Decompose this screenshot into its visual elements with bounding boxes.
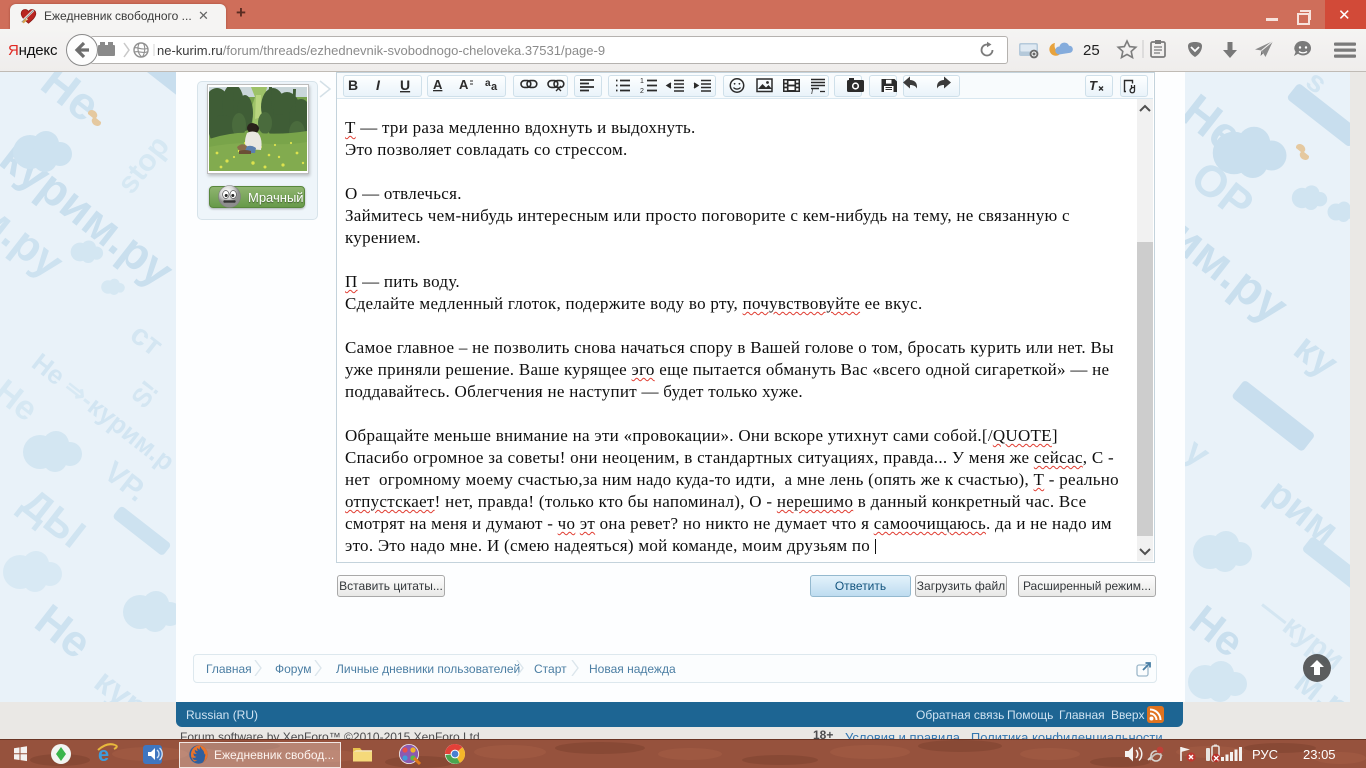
svg-text:A: A xyxy=(433,77,443,92)
svg-text:e: e xyxy=(98,744,109,766)
svg-text:B: B xyxy=(348,77,358,93)
svg-text:25: 25 xyxy=(1083,42,1100,59)
svg-text:a: a xyxy=(491,81,498,93)
svg-text:A: A xyxy=(459,77,469,92)
svg-text:2: 2 xyxy=(640,88,644,95)
svg-text:1: 1 xyxy=(640,78,644,85)
svg-text:I: I xyxy=(376,77,381,93)
svg-text:T: T xyxy=(1089,78,1098,93)
svg-text:U: U xyxy=(400,77,410,93)
